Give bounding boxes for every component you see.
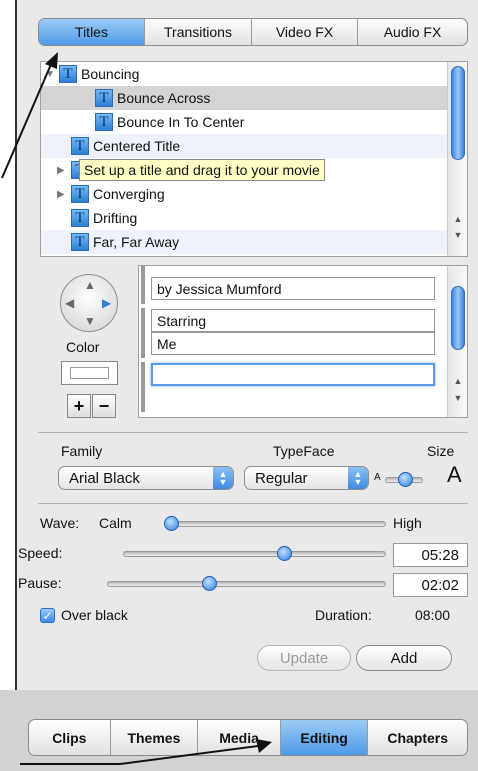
list-item[interactable]: T Far, Far Away xyxy=(41,230,447,254)
family-label: Family xyxy=(61,443,103,459)
wave-min-label: Calm xyxy=(99,515,132,531)
duration-value: 08:00 xyxy=(415,607,451,623)
list-item-label: Drifting xyxy=(93,210,138,226)
tab-transitions[interactable]: Transitions xyxy=(145,19,252,45)
size-small-icon: A xyxy=(374,472,381,483)
list-item[interactable]: T Drifting xyxy=(41,206,447,230)
pause-slider-knob[interactable] xyxy=(202,576,217,591)
pause-value-field[interactable]: 02:02 xyxy=(393,573,468,597)
tooltip: Set up a title and drag it to your movie xyxy=(79,159,325,181)
scroll-thumb[interactable] xyxy=(451,286,465,350)
list-item[interactable]: ▼ T Bouncing xyxy=(41,62,447,86)
text-field-active[interactable] xyxy=(151,363,435,386)
scroll-up-icon[interactable]: ▲ xyxy=(448,374,467,388)
add-line-button[interactable]: + xyxy=(67,394,91,418)
typeface-value: Regular xyxy=(255,469,308,487)
direction-control[interactable]: ▲ ◀ ▶ ▼ xyxy=(60,274,118,332)
pause-slider-track[interactable] xyxy=(107,581,386,587)
arrow-right-icon[interactable]: ▶ xyxy=(102,296,111,310)
duration-label: Duration: xyxy=(315,607,372,623)
effect-tabs: Titles Transitions Video FX Audio FX xyxy=(38,18,468,46)
scroll-thumb[interactable] xyxy=(451,66,465,160)
font-family-select[interactable]: Arial Black ▲ ▼ xyxy=(58,466,234,490)
list-item[interactable]: T Bounce Across xyxy=(41,86,447,110)
titles-scrollbar[interactable]: ▲ ▼ xyxy=(447,62,467,256)
tab-editing[interactable]: Editing xyxy=(280,720,369,755)
size-slider-knob[interactable] xyxy=(398,472,413,487)
list-item[interactable]: T Bounce In To Center xyxy=(41,110,447,134)
updown-icon: ▲ ▼ xyxy=(348,467,368,489)
title-icon: T xyxy=(71,233,89,251)
list-item-label: Bounce In To Center xyxy=(117,114,245,130)
typeface-label: TypeFace xyxy=(273,443,335,459)
list-item-label: Bouncing xyxy=(81,66,140,82)
over-black-checkbox[interactable]: ✓ xyxy=(40,608,55,623)
tab-chapters[interactable]: Chapters xyxy=(368,720,467,755)
tab-titles[interactable]: Titles xyxy=(39,19,145,45)
speed-value-field[interactable]: 05:28 xyxy=(393,543,468,567)
arrow-left-icon[interactable]: ◀ xyxy=(65,296,74,310)
text-scrollbar[interactable]: ▲ ▼ xyxy=(447,266,467,417)
title-icon: T xyxy=(95,113,113,131)
wave-label: Wave: xyxy=(40,515,80,531)
remove-line-button[interactable]: − xyxy=(92,394,116,418)
list-item-label: Bounce Across xyxy=(117,90,211,106)
wave-slider-track[interactable] xyxy=(164,521,386,527)
arrow-down-icon[interactable]: ▼ xyxy=(84,314,96,328)
update-button[interactable]: Update xyxy=(257,645,351,671)
speed-slider-knob[interactable] xyxy=(277,546,292,561)
callout-arrow-top xyxy=(1,52,58,179)
updown-icon: ▲ ▼ xyxy=(213,467,233,489)
list-item[interactable]: T Centered Title xyxy=(41,134,447,158)
add-button[interactable]: Add xyxy=(356,645,452,671)
divider xyxy=(38,503,468,504)
title-icon: T xyxy=(71,209,89,227)
pause-label: Pause: xyxy=(18,575,62,591)
text-field[interactable]: Starring xyxy=(151,309,435,332)
size-large-icon: A xyxy=(447,462,462,487)
list-item-label: Far, Far Away xyxy=(93,234,180,250)
wave-slider-knob[interactable] xyxy=(164,516,179,531)
callout-arrow-bottom xyxy=(20,739,272,765)
arrow-up-icon[interactable]: ▲ xyxy=(84,278,96,292)
line-group-marker xyxy=(141,362,145,412)
title-icon: T xyxy=(71,185,89,203)
list-item[interactable]: ▶ T Converging xyxy=(41,182,447,206)
title-icon: T xyxy=(95,89,113,107)
line-group-marker xyxy=(141,308,145,358)
tab-video-fx[interactable]: Video FX xyxy=(252,19,358,45)
title-text-area: by Jessica Mumford Starring Me ▲ ▼ xyxy=(138,265,468,418)
scroll-down-icon[interactable]: ▼ xyxy=(448,391,467,405)
over-black-label: Over black xyxy=(61,607,128,623)
line-group-marker xyxy=(141,266,145,304)
text-field[interactable]: by Jessica Mumford xyxy=(151,277,435,300)
speed-label: Speed: xyxy=(18,545,63,561)
color-label: Color xyxy=(66,339,100,355)
list-item-label: Centered Title xyxy=(93,138,181,154)
wave-max-label: High xyxy=(393,515,422,531)
title-icon: T xyxy=(71,137,89,155)
speed-slider-track[interactable] xyxy=(123,551,386,557)
size-label: Size xyxy=(427,443,455,459)
typeface-select[interactable]: Regular ▲ ▼ xyxy=(244,466,369,490)
divider xyxy=(38,432,468,433)
text-field[interactable]: Me xyxy=(151,332,435,355)
list-item-label: Converging xyxy=(93,186,165,202)
scroll-down-icon[interactable]: ▼ xyxy=(448,228,467,242)
font-family-value: Arial Black xyxy=(69,469,140,487)
disclosure-closed-icon[interactable]: ▶ xyxy=(57,189,67,200)
scroll-up-icon[interactable]: ▲ xyxy=(448,212,467,226)
color-swatch[interactable] xyxy=(61,361,118,385)
color-swatch-inner xyxy=(70,367,109,379)
tab-audio-fx[interactable]: Audio FX xyxy=(358,19,467,45)
